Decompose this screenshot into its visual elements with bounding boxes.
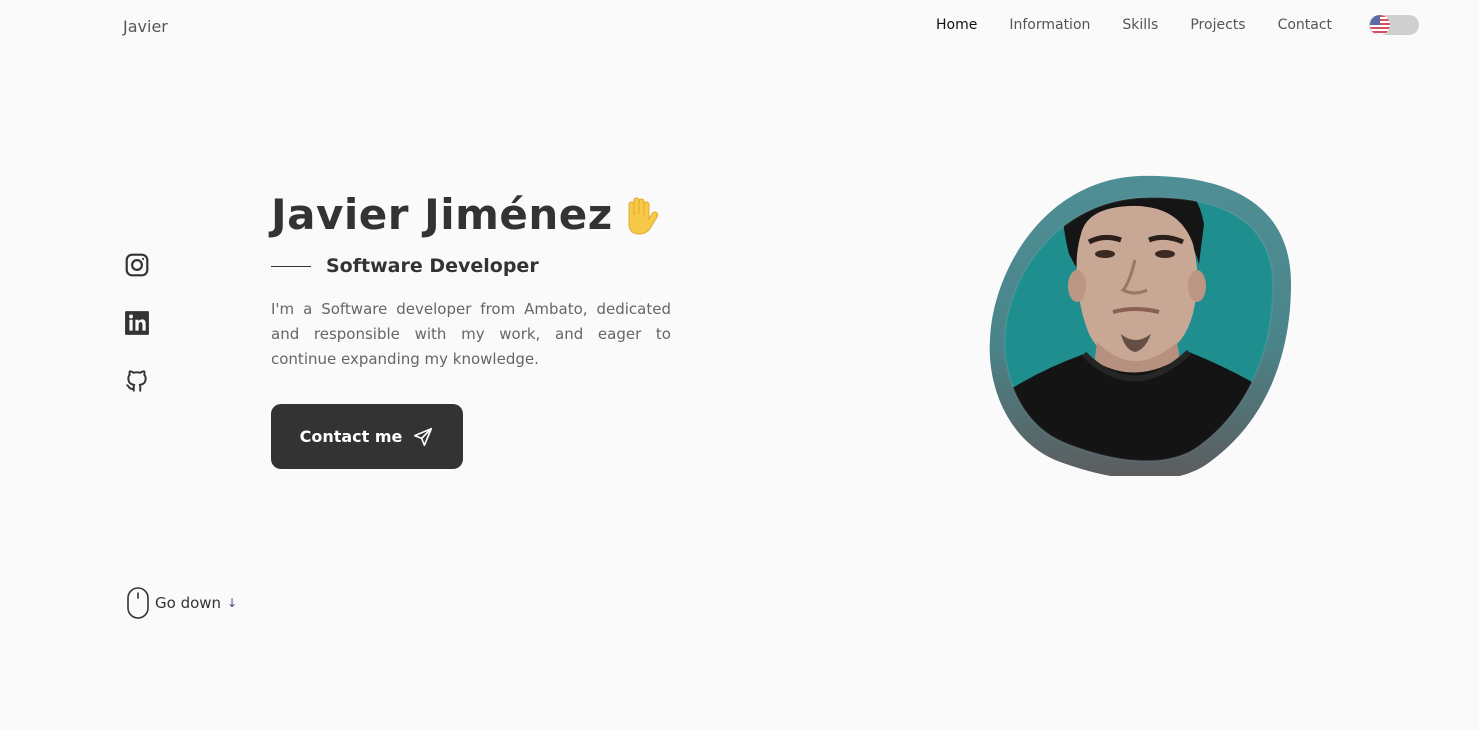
subtitle-row: Software Developer [271,253,539,279]
linkedin-icon [125,311,149,335]
hero-title: Javier Jiménez [271,186,661,244]
send-icon [414,427,433,446]
profile-photo [989,174,1291,480]
main-nav: Home Information Skills Projects Contact [936,15,1364,35]
waving-hand-icon [619,194,661,236]
github-link[interactable] [124,368,150,394]
scroll-down-label: Go down [155,594,222,612]
github-icon [126,370,147,392]
nav-information[interactable]: Information [1009,15,1090,35]
hero-description: I'm a Software developer from Ambato, de… [271,300,671,368]
hero-subtitle: Software Developer [326,255,539,277]
subtitle-divider [271,265,311,267]
instagram-link[interactable] [124,252,150,278]
nav-contact[interactable]: Contact [1278,15,1332,35]
social-links [124,252,152,426]
header: Javier Home Information Skills Projects … [0,0,1479,52]
nav-home[interactable]: Home [936,15,977,35]
linkedin-link[interactable] [124,310,150,336]
contact-me-label: Contact me [299,427,403,446]
hero-name: Javier Jiménez [271,190,613,239]
instagram-icon [125,253,149,277]
nav-skills[interactable]: Skills [1122,15,1158,35]
nav-projects[interactable]: Projects [1190,15,1245,35]
contact-me-button[interactable]: Contact me [271,404,463,469]
language-toggle[interactable] [1369,15,1419,35]
logo[interactable]: Javier [123,17,168,36]
us-flag-icon [1370,15,1390,35]
arrow-down-icon: ↓ [227,596,238,610]
mouse-icon [127,587,149,619]
scroll-down-link[interactable]: Go down ↓ [127,587,237,619]
